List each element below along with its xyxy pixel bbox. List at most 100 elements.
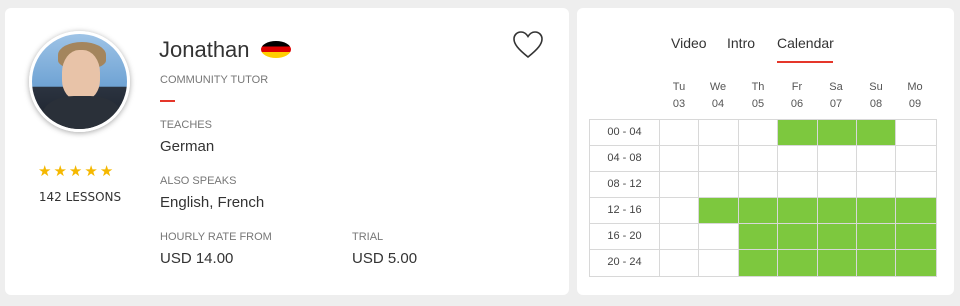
avatar-face <box>62 50 100 100</box>
day-of-week: Fr <box>791 81 803 93</box>
unavailable-slot-cell <box>660 172 700 198</box>
unavailable-slot-cell <box>738 146 779 172</box>
unavailable-slot-cell <box>738 172 779 198</box>
available-slot-cell[interactable] <box>738 198 779 224</box>
hourly-rate-label: HOURLY RATE FROM <box>160 231 272 243</box>
day-of-week: Mo <box>907 81 923 93</box>
day-date: 06 <box>790 98 804 110</box>
day-date: 04 <box>711 98 725 110</box>
available-slot-cell[interactable] <box>856 198 897 224</box>
unavailable-slot-cell <box>699 224 739 250</box>
tutor-avatar[interactable] <box>29 31 130 132</box>
unavailable-slot-cell <box>660 224 700 250</box>
time-slot-row: 12 - 16 <box>590 198 936 224</box>
also-speaks-label: ALSO SPEAKS <box>160 175 237 187</box>
available-slot-cell[interactable] <box>778 120 818 146</box>
day-of-week: Su <box>869 81 883 93</box>
tab-calendar[interactable]: Calendar <box>777 35 834 51</box>
time-slot-label: 00 - 04 <box>590 120 660 146</box>
day-date: 07 <box>829 98 843 110</box>
available-slot-cell[interactable] <box>699 198 739 224</box>
favorite-heart-icon[interactable] <box>512 30 544 60</box>
available-slot-cell[interactable] <box>856 120 897 146</box>
unavailable-slot-cell <box>817 146 857 172</box>
calendar-day-header: Fr 06 <box>777 81 817 111</box>
star-icon: ★ <box>99 162 114 180</box>
unavailable-slot-cell <box>896 146 936 172</box>
calendar-day-header: Th 05 <box>738 81 778 111</box>
time-slot-row: 00 - 04 <box>590 120 936 146</box>
unavailable-slot-cell <box>778 146 818 172</box>
available-slot-cell[interactable] <box>896 250 936 276</box>
lessons-count: 142 LESSONS <box>38 190 122 204</box>
unavailable-slot-cell <box>699 146 739 172</box>
available-slot-cell[interactable] <box>738 224 779 250</box>
unavailable-slot-cell <box>660 198 700 224</box>
available-slot-cell[interactable] <box>896 224 936 250</box>
calendar-day-header: We 04 <box>698 81 738 111</box>
trial-value: USD 5.00 <box>352 250 418 267</box>
time-slot-row: 08 - 12 <box>590 172 936 198</box>
teaches-label: TEACHES <box>160 119 212 131</box>
time-slot-label: 04 - 08 <box>590 146 660 172</box>
calendar-day-header: Sa 07 <box>816 81 856 111</box>
accent-divider <box>160 100 175 102</box>
available-slot-cell[interactable] <box>817 120 857 146</box>
star-icon: ★ <box>38 162 52 180</box>
time-slot-label: 08 - 12 <box>590 172 660 198</box>
avatar-body <box>42 96 122 129</box>
available-slot-cell[interactable] <box>817 224 857 250</box>
available-slot-cell[interactable] <box>778 224 818 250</box>
tutor-name[interactable]: Jonathan <box>159 37 250 63</box>
unavailable-slot-cell <box>896 120 936 146</box>
unavailable-slot-cell <box>778 172 818 198</box>
time-slot-label: 20 - 24 <box>590 250 660 276</box>
calendar-day-header: Mo 09 <box>895 81 935 111</box>
time-slot-label: 16 - 20 <box>590 224 660 250</box>
day-date: 08 <box>869 98 883 110</box>
unavailable-slot-cell <box>856 146 897 172</box>
unavailable-slot-cell <box>660 146 700 172</box>
tab-intro[interactable]: Intro <box>727 35 755 51</box>
available-slot-cell[interactable] <box>778 250 818 276</box>
star-icon: ★ <box>84 162 98 180</box>
available-slot-cell[interactable] <box>856 224 897 250</box>
available-slot-cell[interactable] <box>778 198 818 224</box>
day-date: 05 <box>751 98 765 110</box>
available-slot-cell[interactable] <box>738 250 779 276</box>
trial-label: TRIAL <box>352 231 384 243</box>
available-slot-cell[interactable] <box>856 250 897 276</box>
unavailable-slot-cell <box>660 250 700 276</box>
hourly-rate-value: USD 14.00 <box>160 250 234 267</box>
star-icon: ★ <box>68 162 83 180</box>
day-of-week: Tu <box>672 81 686 93</box>
tab-video[interactable]: Video <box>671 35 707 51</box>
unavailable-slot-cell <box>817 172 857 198</box>
time-slot-row: 04 - 08 <box>590 146 936 172</box>
day-of-week: We <box>709 81 727 93</box>
available-slot-cell[interactable] <box>896 198 936 224</box>
unavailable-slot-cell <box>896 172 936 198</box>
time-slot-row: 16 - 20 <box>590 224 936 250</box>
unavailable-slot-cell <box>699 120 739 146</box>
unavailable-slot-cell <box>738 120 779 146</box>
day-of-week: Sa <box>829 81 843 93</box>
active-tab-indicator <box>777 61 833 63</box>
star-icon: ★ <box>53 162 67 180</box>
germany-flag-icon <box>261 41 291 58</box>
calendar-day-header: Tu 03 <box>659 81 699 111</box>
teaches-value: German <box>160 138 215 155</box>
time-slot-label: 12 - 16 <box>590 198 660 224</box>
unavailable-slot-cell <box>660 120 700 146</box>
available-slot-cell[interactable] <box>817 250 857 276</box>
calendar-day-header: Su 08 <box>856 81 896 111</box>
unavailable-slot-cell <box>699 172 739 198</box>
available-slot-cell[interactable] <box>817 198 857 224</box>
day-date: 03 <box>672 98 686 110</box>
unavailable-slot-cell <box>856 172 897 198</box>
day-of-week: Th <box>751 81 765 93</box>
tutor-role: COMMUNITY TUTOR <box>160 74 269 86</box>
rating-stars: ★ ★ ★ ★ ★ <box>38 162 113 180</box>
day-date: 09 <box>908 98 922 110</box>
unavailable-slot-cell <box>699 250 739 276</box>
